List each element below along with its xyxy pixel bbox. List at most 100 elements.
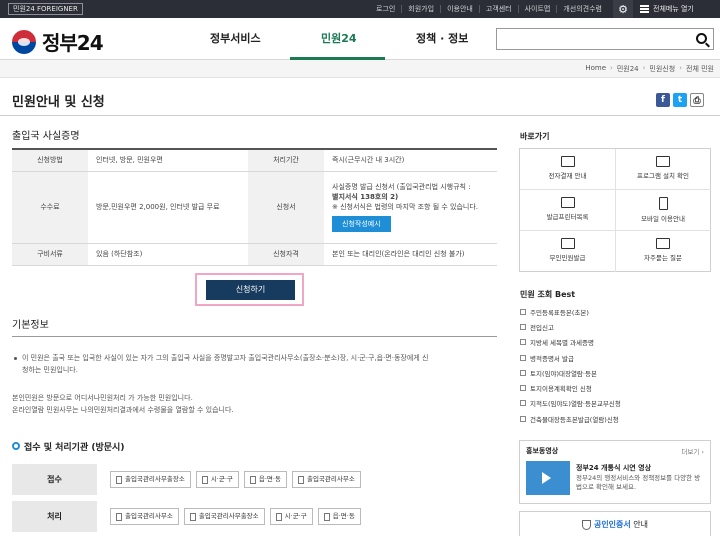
guide-link[interactable]: 이용안내: [440, 5, 479, 13]
quick-link-printer-list[interactable]: 발급프린터목록: [520, 190, 616, 231]
best-list: 주민등록표등본(초본) 전입신고 지방세 세목별 과세증명 병적증명서 발급 토…: [520, 304, 710, 426]
quick-link-mobile-guide[interactable]: 모바일 이용안내: [615, 190, 711, 231]
basic-para1: 이 민원은 출국 또는 입국한 사실이 있는 자가 그의 출입국 사실을 증명발…: [22, 352, 492, 376]
receive-office[interactable]: 시·군·구: [195, 471, 239, 488]
basic-para2-line1: 본인민원은 방문으로 어디서나민원처리 가 가능한 민원입니다.: [12, 394, 193, 402]
best-item[interactable]: 지적도(임야도)열람·등본교부신청: [520, 396, 710, 411]
office-label: 출입국관리사무소: [306, 475, 355, 483]
video-title[interactable]: 정부24 개통식 시연 영상: [576, 463, 651, 473]
handle-label: 처리: [12, 501, 97, 532]
best-item[interactable]: 토지이용계획확인 신청: [520, 380, 710, 395]
cert-rest: 안내: [630, 520, 649, 529]
form-label: 신청서: [248, 171, 324, 244]
printer-icon: [560, 197, 575, 208]
office-label: 시·군·구: [210, 475, 233, 483]
method-label: 신청방법: [12, 149, 88, 172]
quick-link-program-check[interactable]: 프로그램 설치 확인: [615, 149, 711, 190]
breadcrumb-all[interactable]: 전체 민원: [686, 64, 714, 74]
checkbox-icon: [520, 385, 526, 392]
document-icon: [201, 475, 208, 484]
handle-office[interactable]: 읍·면·동: [317, 508, 361, 525]
quick-link-label: 자주묻는 질문: [644, 254, 682, 262]
checkbox-icon: [520, 339, 526, 346]
feedback-link[interactable]: 개선의견수렴: [556, 5, 608, 13]
gear-icon[interactable]: ⚙: [613, 0, 633, 18]
receive-office[interactable]: 읍·면·동: [243, 471, 287, 488]
nav-gov-services[interactable]: 정부서비스: [210, 30, 261, 46]
handle-row: 처리 출입국관리사무소 출입국관리사무출장소 시·군·구 읍·면·동: [12, 501, 497, 532]
print-icon[interactable]: ⎙: [690, 93, 704, 107]
best-item-label: 토지이용계획확인 신청: [530, 385, 592, 394]
best-item-label: 건축물대장등초본발급(열람)신청: [530, 415, 619, 424]
office-label: 읍·면·동: [258, 475, 281, 483]
best-item[interactable]: 병적증명서 발급: [520, 350, 710, 365]
receive-row: 접수 출입국관리사무출장소 시·군·구 읍·면·동 출입국관리사무소: [12, 464, 497, 495]
mobile-icon: [658, 197, 668, 210]
all-menu-label: 전체메뉴 열기: [653, 5, 694, 13]
best-item[interactable]: 지방세 세목별 과세증명: [520, 335, 710, 350]
form-example-button[interactable]: 신청작성예시: [332, 216, 391, 232]
quick-link-kiosk[interactable]: 무인민원발급: [520, 231, 616, 272]
form-cell: 사실증명 발급 신청서 (출입국관리법 시행규칙 : 별지서식 138호의 2)…: [324, 171, 497, 244]
page-title: 민원안내 및 신청: [12, 95, 105, 110]
kiosk-icon: [560, 238, 575, 249]
apply-button[interactable]: 신청하기: [206, 280, 295, 300]
document-icon: [297, 475, 304, 484]
best-item[interactable]: 주민등록표등본(초본): [520, 304, 710, 319]
handle-office[interactable]: 출입국관리사무소: [110, 508, 179, 525]
nav-policy-info[interactable]: 정책 · 정보: [416, 30, 468, 46]
breadcrumb-minwon24[interactable]: 민원24: [617, 64, 639, 74]
quick-link-label: 전자결재 안내: [548, 172, 587, 180]
breadcrumb-home[interactable]: Home: [585, 64, 606, 74]
quick-link-e-approval[interactable]: 전자결재 안내: [520, 149, 616, 190]
sitemap-link[interactable]: 사이트맵: [517, 5, 557, 13]
checkbox-icon: [520, 323, 526, 330]
basic-para2: 본인민원은 방문으로 어디서나민원처리 가 가능한 민원입니다. 온라인열람 민…: [12, 392, 482, 416]
best-item[interactable]: 전입신고: [520, 319, 710, 334]
signup-link[interactable]: 회원가입: [401, 5, 440, 13]
search-input[interactable]: [496, 28, 714, 50]
taegeuk-logo-icon: [12, 29, 36, 54]
nav-minwon24[interactable]: 민원24: [321, 30, 357, 46]
qualification-value: 본인 또는 대리인(온라인은 대리인 신청 불가): [324, 243, 497, 266]
login-link[interactable]: 로그인: [370, 5, 401, 13]
facebook-share-icon[interactable]: f: [656, 93, 670, 107]
logo-text: 정부24: [42, 31, 104, 55]
title-divider: [0, 115, 720, 116]
section-circle-icon: [12, 442, 20, 450]
monitor-icon: [656, 156, 670, 167]
best-item[interactable]: 건축물대장등초본발급(열람)신청: [520, 411, 710, 426]
receive-offices: 출입국관리사무출장소 시·군·구 읍·면·동 출입국관리사무소: [110, 471, 361, 488]
certificate-guide-link[interactable]: 공인인증서 안내: [519, 511, 711, 536]
twitter-share-icon[interactable]: t: [673, 93, 687, 107]
handle-office[interactable]: 시·군·구: [269, 508, 313, 525]
promo-more-link[interactable]: 더보기 ›: [681, 446, 704, 456]
document-icon: [116, 475, 122, 484]
form-line1: 사실증명 발급 신청서 (출입국관리법 시행규칙 :: [332, 183, 471, 191]
site-logo[interactable]: 정부24: [12, 27, 104, 56]
quick-link-label: 모바일 이용안내: [641, 215, 685, 223]
receive-office[interactable]: 출입국관리사무출장소: [110, 471, 191, 488]
best-item-label: 전입신고: [530, 323, 554, 332]
receive-office[interactable]: 출입국관리사무소: [291, 471, 361, 488]
period-label: 처리기간: [248, 149, 324, 172]
foreigner-link[interactable]: 민원24 FOREIGNER: [8, 3, 83, 15]
document-icon: [189, 512, 196, 521]
play-icon: [542, 472, 551, 484]
handle-office[interactable]: 출입국관리사무출장소: [183, 508, 265, 525]
all-menu-button[interactable]: 전체메뉴 열기: [636, 0, 720, 18]
best-item[interactable]: 토지(임야)대장열람·등본: [520, 365, 710, 380]
customer-center-link[interactable]: 고객센터: [478, 5, 518, 13]
checkbox-icon: [520, 400, 526, 407]
qualification-label: 신청자격: [248, 243, 324, 266]
form-line2: 별지서식 138호의 2): [332, 193, 399, 201]
breadcrumb-apply[interactable]: 민원신청: [649, 64, 675, 74]
fee-label: 수수료: [12, 171, 88, 244]
search-icon[interactable]: [696, 33, 707, 44]
quick-link-faq[interactable]: 자주묻는 질문: [615, 231, 711, 272]
quick-links-title: 바로가기: [520, 132, 550, 141]
video-thumbnail[interactable]: [526, 461, 570, 495]
period-value: 즉시(근무시간 내 3시간): [324, 149, 497, 172]
basic-para1-line1: 이 민원은 출국 또는 입국한 사실이 있는 자가 그의 출입국 사실을 증명발…: [22, 354, 429, 362]
document-icon: [275, 512, 282, 521]
